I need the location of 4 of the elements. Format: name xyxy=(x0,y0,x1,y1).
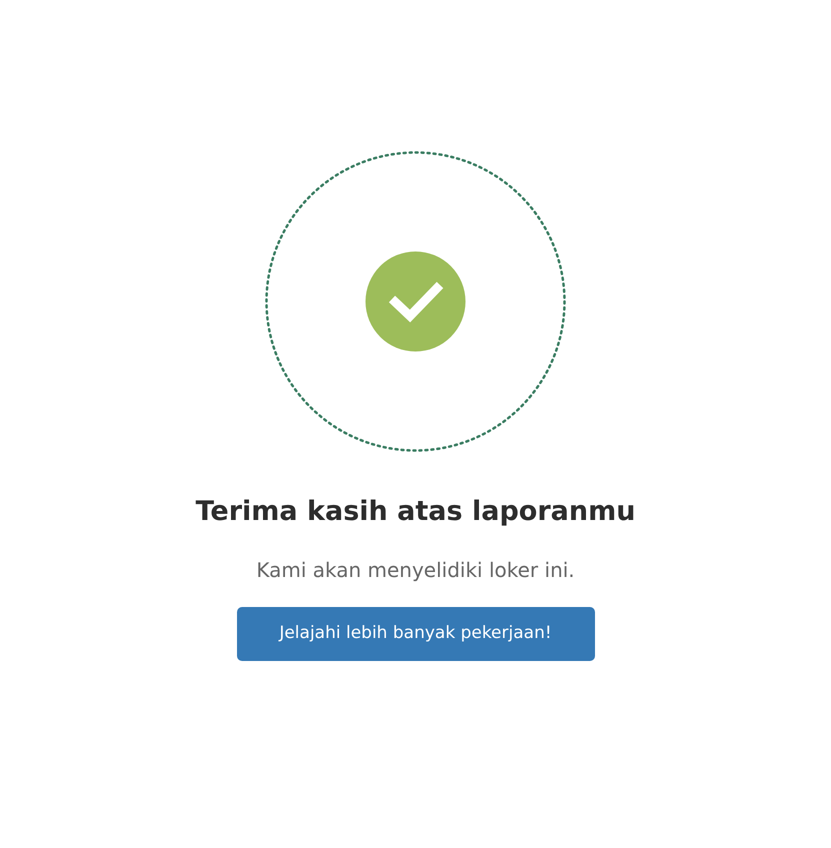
explore-jobs-button[interactable]: Jelajahi lebih banyak pekerjaan! xyxy=(236,606,594,660)
message: Kami akan menyelidiki loker ini. xyxy=(256,556,575,584)
heading: Terima kasih atas laporanmu xyxy=(196,495,636,529)
checkmark-icon xyxy=(366,252,466,352)
